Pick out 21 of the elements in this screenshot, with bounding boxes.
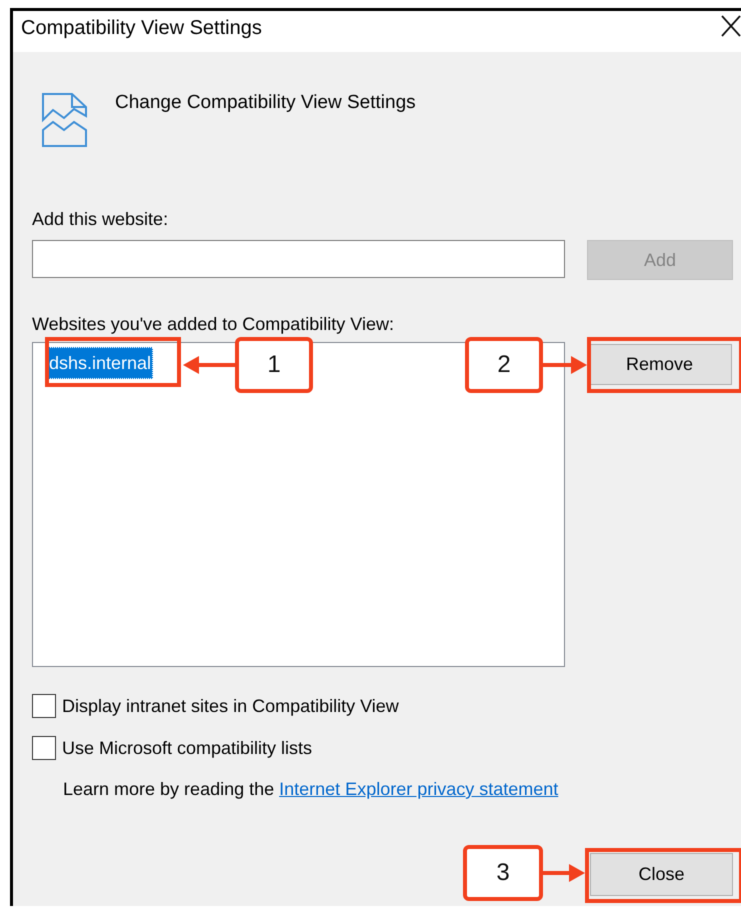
privacy-note: Learn more by reading the — [63, 778, 274, 800]
privacy-link[interactable]: Internet Explorer privacy statement — [279, 778, 558, 800]
dialog-heading: Change Compatibility View Settings — [115, 92, 416, 115]
checkbox[interactable] — [32, 694, 56, 718]
page-icon — [40, 92, 88, 148]
website-item[interactable]: dshs.internal — [47, 347, 154, 379]
callout-number: 2 — [465, 337, 543, 393]
close-icon[interactable] — [721, 15, 741, 37]
checkbox[interactable] — [32, 736, 56, 760]
checkbox-label[interactable]: Use Microsoft compatibility lists — [62, 737, 312, 759]
field-label: Add this website: — [32, 208, 170, 230]
list-label: Websites you've added to Compatibility View: — [32, 313, 395, 335]
callout-number: 3 — [463, 845, 543, 901]
website-field[interactable] — [32, 240, 565, 278]
window-title: Compatibility View Settings — [21, 17, 262, 40]
callout-number: 1 — [235, 337, 313, 393]
close-button[interactable]: Close — [590, 853, 733, 896]
arrow — [183, 356, 235, 374]
checkbox-label[interactable]: Display intranet sites in Compatibility View — [62, 695, 399, 717]
arrow — [543, 356, 587, 374]
arrow — [543, 864, 585, 882]
